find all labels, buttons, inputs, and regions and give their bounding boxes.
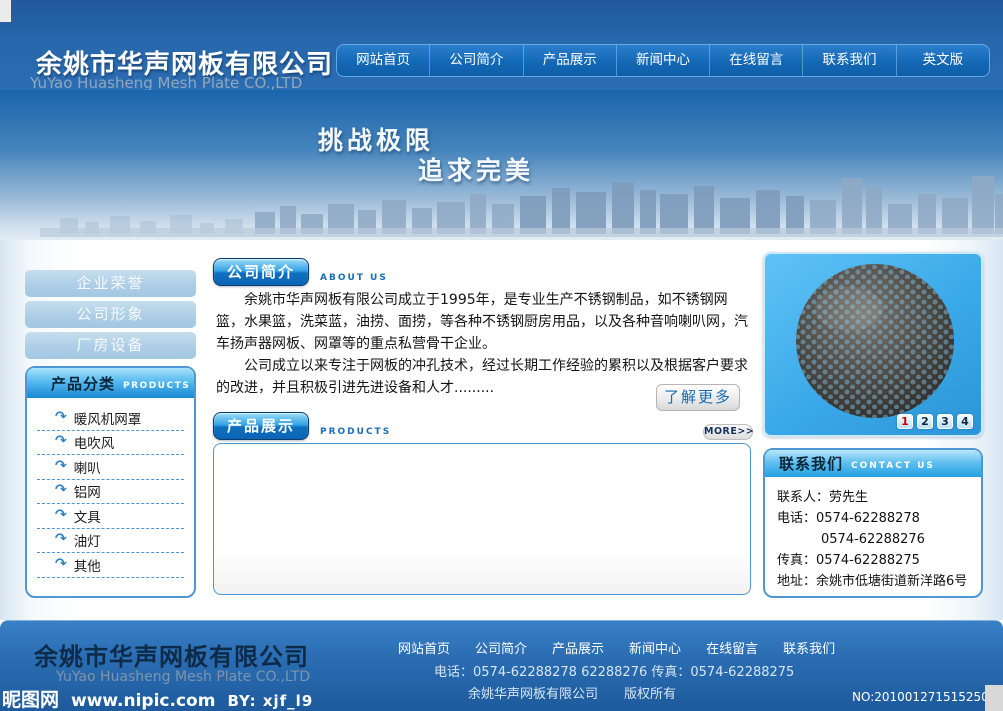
about-paragraphs: 余姚市华声网板有限公司成立于1995年，是专业生产不锈钢制品，如不锈钢网篮，水果… xyxy=(216,289,753,399)
watermark-author: BY: xjf_l9 xyxy=(227,692,313,710)
category-item-speaker[interactable]: ↷ 喇叭 xyxy=(37,455,184,480)
banner: 挑战极限 追求完美 xyxy=(0,90,1003,240)
page: 余姚市华声网板有限公司 YuYao Huasheng Mesh Plate CO… xyxy=(0,0,1003,711)
category-label: 暖风机网罩 xyxy=(74,408,142,428)
gallery-pagination: 1 2 3 4 xyxy=(897,414,973,429)
category-label: 铝网 xyxy=(74,481,101,501)
about-tab-subtitle: ABOUT US xyxy=(320,273,388,283)
category-item-other[interactable]: ↷ 其他 xyxy=(37,553,184,578)
footer-serial-number: NO:20100127151525058184 xyxy=(852,690,1003,704)
product-display-box xyxy=(213,443,751,595)
product-category-header: 产品分类 PRODUCTS xyxy=(27,368,194,398)
category-label: 其他 xyxy=(74,555,101,575)
contact-person: 联系人：劳先生 xyxy=(777,487,981,508)
contact-panel-header: 联系我们 CONTACT US xyxy=(765,450,981,477)
watermark-url: www.nipic.com xyxy=(71,691,215,711)
product-category-title: 产品分类 xyxy=(51,373,115,394)
gallery-page-3[interactable]: 3 xyxy=(937,414,953,429)
products-tab-button[interactable]: 产品展示 xyxy=(213,412,309,440)
curved-arrow-icon: ↷ xyxy=(55,507,67,523)
footer-nav-news[interactable]: 新闻中心 xyxy=(629,638,681,657)
category-item-oil-lamp[interactable]: ↷ 油灯 xyxy=(37,529,184,554)
category-item-heater-mesh[interactable]: ↷ 暖风机网罩 xyxy=(37,406,184,431)
curved-arrow-icon: ↷ xyxy=(55,409,67,425)
nav-item-news[interactable]: 新闻中心 xyxy=(617,45,710,76)
city-skyline-graphic xyxy=(0,166,1003,240)
gallery-page-4[interactable]: 4 xyxy=(957,414,973,429)
header: 余姚市华声网板有限公司 YuYao Huasheng Mesh Plate CO… xyxy=(0,0,1003,90)
sidebar-button-honor[interactable]: 企业荣誉 xyxy=(25,270,196,297)
footer-nav: 网站首页 公司简介 产品展示 新闻中心 在线留言 联系我们 xyxy=(398,638,835,657)
about-paragraph-1: 余姚市华声网板有限公司成立于1995年，是专业生产不锈钢制品，如不锈钢网篮，水果… xyxy=(216,289,753,355)
mesh-dome-product-image xyxy=(789,259,961,425)
sidebar-button-image[interactable]: 公司形象 xyxy=(25,301,196,328)
contact-phone-2: 0574-62288276 xyxy=(777,529,981,550)
contact-title: 联系我们 xyxy=(779,453,843,474)
footer-nav-contact[interactable]: 联系我们 xyxy=(783,638,835,657)
contact-details: 联系人：劳先生 电话：0574-62288278 0574-62288276 传… xyxy=(765,477,981,592)
nav-item-english[interactable]: 英文版 xyxy=(897,45,989,76)
banner-slogan-1: 挑战极限 xyxy=(318,121,434,157)
footer-company-name-en: YuYao Huasheng Mesh Plate CO.,LTD xyxy=(56,669,310,685)
product-category-subtitle: PRODUCTS xyxy=(123,376,190,391)
watermark-site-name: 昵图网 xyxy=(2,685,59,711)
products-tab-subtitle: PRODUCTS xyxy=(320,427,391,437)
category-item-hairdryer[interactable]: ↷ 电吹风 xyxy=(37,431,184,456)
curved-arrow-icon: ↷ xyxy=(55,482,67,498)
contact-subtitle: CONTACT US xyxy=(851,456,935,471)
footer-phone-line: 电话：0574-62288278 62288276 传真：0574-622882… xyxy=(434,661,794,680)
frame-corner-top-left xyxy=(0,0,11,22)
nav-item-guestbook[interactable]: 在线留言 xyxy=(710,45,803,76)
curved-arrow-icon: ↷ xyxy=(55,433,67,449)
footer-nav-guestbook[interactable]: 在线留言 xyxy=(706,638,758,657)
products-more-button[interactable]: MORE>> xyxy=(703,424,753,440)
frame-corner-bottom-right xyxy=(985,685,1003,711)
sidebar-button-factory[interactable]: 厂房设备 xyxy=(25,332,196,359)
category-label: 喇叭 xyxy=(74,457,101,477)
category-item-aluminum-mesh[interactable]: ↷ 铝网 xyxy=(37,480,184,505)
nipic-watermark: 昵图网 www.nipic.com BY: xjf_l9 xyxy=(2,685,313,711)
contact-panel: 联系我们 CONTACT US 联系人：劳先生 电话：0574-62288278… xyxy=(763,448,983,598)
footer: 余姚市华声网板有限公司 YuYao Huasheng Mesh Plate CO… xyxy=(0,620,1003,711)
main-nav: 网站首页 公司简介 产品展示 新闻中心 在线留言 联系我们 英文版 xyxy=(336,44,990,77)
footer-company-name: 余姚市华声网板有限公司 xyxy=(34,637,309,672)
footer-nav-home[interactable]: 网站首页 xyxy=(398,638,450,657)
gallery-page-1[interactable]: 1 xyxy=(897,414,913,429)
category-label: 电吹风 xyxy=(74,432,115,452)
product-category-list: ↷ 暖风机网罩 ↷ 电吹风 ↷ 喇叭 ↷ 铝网 ↷ 文具 ↷ 油灯 ↷ 其他 xyxy=(27,398,194,578)
curved-arrow-icon: ↷ xyxy=(55,531,67,547)
curved-arrow-icon: ↷ xyxy=(55,458,67,474)
about-tab-button[interactable]: 公司简介 xyxy=(213,258,309,286)
learn-more-button[interactable]: 了解更多 xyxy=(656,384,740,411)
nav-item-home[interactable]: 网站首页 xyxy=(337,45,430,76)
curved-arrow-icon: ↷ xyxy=(55,556,67,572)
category-label: 油灯 xyxy=(74,530,101,550)
category-item-stationery[interactable]: ↷ 文具 xyxy=(37,504,184,529)
product-category-panel: 产品分类 PRODUCTS ↷ 暖风机网罩 ↷ 电吹风 ↷ 喇叭 ↷ 铝网 ↷ … xyxy=(25,366,196,598)
nav-item-about[interactable]: 公司简介 xyxy=(430,45,523,76)
contact-phone-1: 电话：0574-62288278 xyxy=(777,508,981,529)
contact-address: 地址：余姚市低塘街道新洋路6号 xyxy=(777,571,981,592)
contact-fax: 传真：0574-62288275 xyxy=(777,550,981,571)
nav-item-contact[interactable]: 联系我们 xyxy=(803,45,896,76)
nav-item-products[interactable]: 产品展示 xyxy=(524,45,617,76)
category-label: 文具 xyxy=(74,506,101,526)
product-gallery-panel: 1 2 3 4 xyxy=(763,252,983,437)
footer-copyright: 余姚华声网板有限公司 版权所有 xyxy=(468,683,676,702)
footer-nav-about[interactable]: 公司简介 xyxy=(475,638,527,657)
gallery-page-2[interactable]: 2 xyxy=(917,414,933,429)
footer-nav-products[interactable]: 产品展示 xyxy=(552,638,604,657)
